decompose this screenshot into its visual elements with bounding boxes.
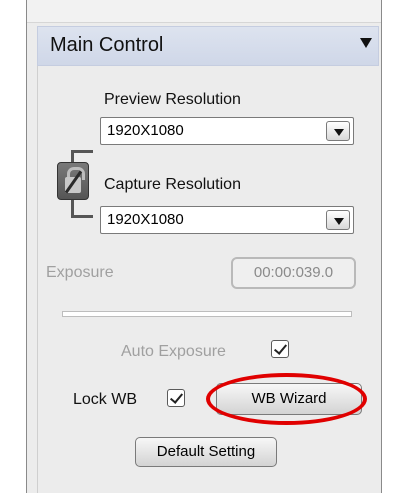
auto-exposure-label: Auto Exposure bbox=[121, 343, 226, 360]
preview-resolution-dropdown-button[interactable] bbox=[326, 121, 350, 141]
preview-resolution-select[interactable]: 1920X1080 bbox=[100, 117, 354, 145]
chevron-down-icon bbox=[334, 218, 344, 225]
capture-resolution-dropdown-button[interactable] bbox=[326, 210, 350, 230]
highlight-annotation bbox=[206, 373, 367, 425]
collapse-arrow-icon[interactable] bbox=[360, 38, 372, 48]
exposure-label: Exposure bbox=[46, 264, 114, 281]
exposure-time-field[interactable]: 00:00:039.0 bbox=[231, 257, 356, 289]
preview-resolution-label: Preview Resolution bbox=[104, 91, 241, 108]
lock-resolution-icon[interactable] bbox=[57, 162, 89, 200]
auto-exposure-checkbox[interactable] bbox=[271, 340, 289, 358]
main-control-header[interactable]: Main Control bbox=[37, 26, 379, 66]
panel-divider bbox=[37, 66, 38, 493]
chevron-down-icon bbox=[334, 129, 344, 136]
lock-wb-label: Lock WB bbox=[73, 391, 138, 408]
exposure-slider[interactable] bbox=[62, 311, 352, 317]
capture-resolution-select[interactable]: 1920X1080 bbox=[100, 206, 354, 234]
capture-resolution-value: 1920X1080 bbox=[107, 211, 184, 228]
panel-title: Main Control bbox=[50, 34, 164, 56]
capture-resolution-label: Capture Resolution bbox=[104, 176, 241, 193]
preview-resolution-value: 1920X1080 bbox=[107, 122, 184, 139]
top-strip bbox=[27, 0, 381, 23]
lock-wb-checkbox[interactable] bbox=[167, 389, 185, 407]
default-setting-button[interactable]: Default Setting bbox=[135, 437, 277, 467]
